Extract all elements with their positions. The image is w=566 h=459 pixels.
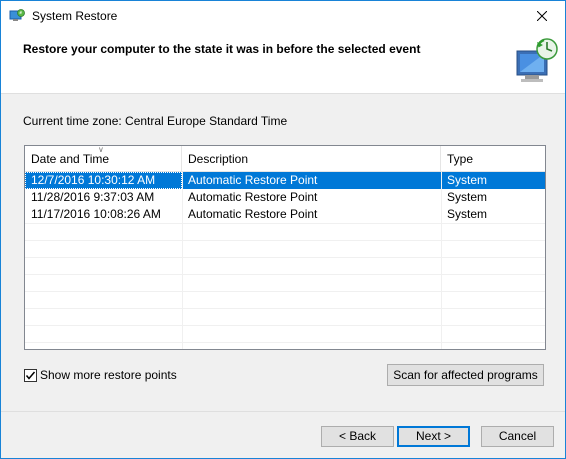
show-more-label: Show more restore points <box>40 368 177 382</box>
row-date: 12/7/2016 10:30:12 AM <box>25 172 182 189</box>
row-description: Automatic Restore Point <box>188 207 318 221</box>
list-header: ∨ Date and Time Description Type <box>25 146 545 172</box>
sort-chevron-icon: ∨ <box>98 145 104 154</box>
window-title: System Restore <box>32 9 118 23</box>
page-heading: Restore your computer to the state it wa… <box>23 42 421 56</box>
system-restore-app-icon <box>9 9 25 21</box>
title-bar[interactable]: System Restore <box>1 1 565 31</box>
header-area: Restore your computer to the state it wa… <box>1 31 565 94</box>
column-header-type-label: Type <box>447 152 474 166</box>
row-type: System <box>447 190 488 204</box>
restore-points-list[interactable]: ∨ Date and Time Description Type 12/7/20… <box>24 145 546 350</box>
table-row[interactable]: 12/7/2016 10:30:12 AM Automatic Restore … <box>25 172 545 189</box>
column-header-description-label: Description <box>188 152 249 166</box>
row-description: Automatic Restore Point <box>188 173 318 187</box>
column-header-date[interactable]: ∨ Date and Time <box>25 146 182 171</box>
cancel-button[interactable]: Cancel <box>481 426 554 447</box>
show-more-checkbox[interactable] <box>24 368 37 382</box>
back-button[interactable]: < Back <box>321 426 394 447</box>
system-restore-window: System Restore Restore your computer to … <box>0 0 566 459</box>
next-button[interactable]: Next > <box>397 426 470 447</box>
show-more-restore-points-option[interactable]: Show more restore points <box>24 368 177 382</box>
table-row[interactable]: 11/17/2016 10:08:26 AM Automatic Restore… <box>25 206 545 223</box>
row-type: System <box>447 207 488 221</box>
row-description: Automatic Restore Point <box>188 190 318 204</box>
table-row[interactable]: 11/28/2016 9:37:03 AM Automatic Restore … <box>25 189 545 206</box>
close-icon <box>537 11 547 21</box>
column-header-description[interactable]: Description <box>182 146 441 171</box>
footer-divider <box>1 411 565 412</box>
computer-restore-icon <box>516 38 558 82</box>
checkmark-icon <box>25 371 36 380</box>
column-header-type[interactable]: Type <box>441 146 544 171</box>
close-button[interactable] <box>519 1 565 31</box>
scan-affected-programs-button[interactable]: Scan for affected programs <box>387 364 544 386</box>
row-date: 11/17/2016 10:08:26 AM <box>31 207 161 221</box>
row-type: System <box>447 173 488 187</box>
timezone-label: Current time zone: Central Europe Standa… <box>23 114 288 128</box>
row-date: 11/28/2016 9:37:03 AM <box>31 190 155 204</box>
